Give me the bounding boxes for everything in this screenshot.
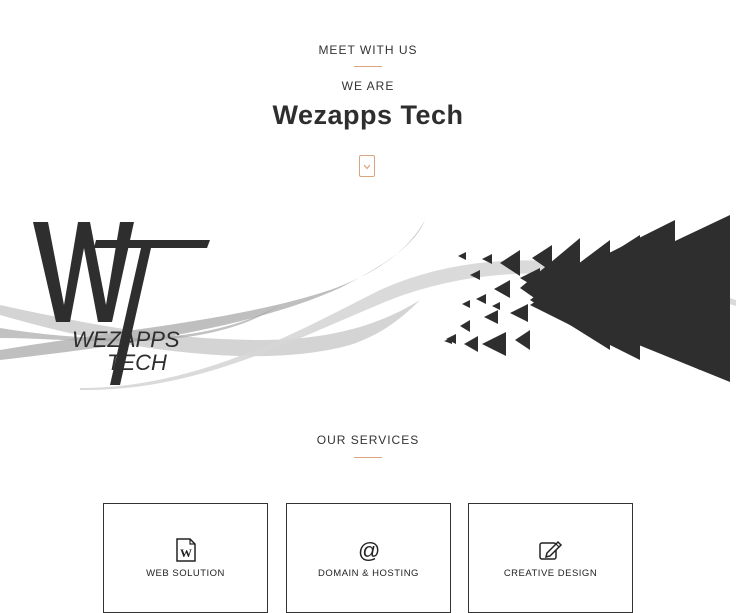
service-label: CREATIVE DESIGN (503, 568, 598, 579)
scroll-down-button[interactable] (359, 155, 375, 177)
service-card-creative-design[interactable]: CREATIVE DESIGN (468, 503, 633, 613)
logo-line1: WEZAPPS (72, 327, 180, 352)
service-label: WEB SOLUTION (146, 568, 225, 579)
page-title: Wezapps Tech (272, 100, 464, 130)
service-card-web-solution[interactable]: W WEB SOLUTION (103, 503, 268, 613)
chevron-down-icon (363, 157, 371, 175)
meet-with-us-label: MEET WITH US (318, 43, 418, 57)
service-card-domain-hosting[interactable]: @ DOMAIN & HOSTING (286, 503, 451, 613)
services-divider (354, 457, 382, 458)
logo-line2: TECH (107, 350, 167, 375)
triangle-graphic (444, 215, 730, 382)
banner-graphic: WEZAPPS TECH (0, 215, 736, 391)
at-sign-icon: @ (287, 538, 450, 564)
service-label: DOMAIN & HOSTING (318, 568, 419, 579)
edit-pencil-icon (469, 538, 632, 564)
we-are-label: WE ARE (341, 79, 395, 93)
word-document-icon: W (104, 538, 267, 564)
meet-divider (354, 66, 382, 67)
services-heading: OUR SERVICES (316, 433, 420, 447)
hero-banner: WEZAPPS TECH (0, 210, 736, 395)
svg-text:@: @ (358, 538, 380, 562)
svg-text:W: W (180, 546, 192, 560)
